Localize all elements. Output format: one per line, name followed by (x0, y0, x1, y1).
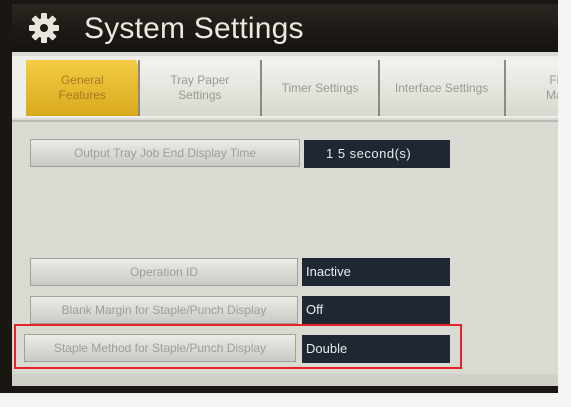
tab-file-management[interactable]: Fi Ma (506, 60, 563, 116)
output-tray-display-time-value[interactable]: 1 5 second(s) (304, 140, 450, 168)
tab-divider (378, 60, 380, 116)
blank-margin-value[interactable]: Off (302, 296, 450, 324)
photo-margin-bottom (0, 393, 571, 407)
blank-margin-button[interactable]: Blank Margin for Staple/Punch Display (30, 296, 298, 324)
tab-divider (504, 60, 506, 116)
tab-label: Fi Ma (546, 73, 563, 102)
gear-icon (29, 13, 59, 43)
tab-interface-settings[interactable]: Interface Settings (380, 60, 520, 116)
bottom-strip (12, 374, 558, 386)
tab-underline (12, 120, 558, 122)
tab-divider (260, 60, 262, 116)
tab-tray-paper-settings[interactable]: Tray Paper Settings (140, 60, 276, 116)
operation-id-button[interactable]: Operation ID (30, 258, 298, 286)
tab-label: General Features (58, 73, 106, 102)
tab-divider (138, 60, 140, 116)
tab-label: Timer Settings (281, 80, 359, 95)
tab-label: Tray Paper Settings (170, 73, 230, 102)
tab-timer-settings[interactable]: Timer Settings (262, 60, 394, 116)
output-tray-display-time-button[interactable]: Output Tray Job End Display Time (30, 139, 300, 167)
operation-id-value[interactable]: Inactive (302, 258, 450, 286)
window-title: System Settings (84, 12, 304, 45)
highlight-box (14, 324, 462, 369)
tab-general-features[interactable]: General Features (26, 60, 154, 116)
tab-label: Interface Settings (394, 80, 489, 95)
photo-margin-right (558, 0, 571, 407)
